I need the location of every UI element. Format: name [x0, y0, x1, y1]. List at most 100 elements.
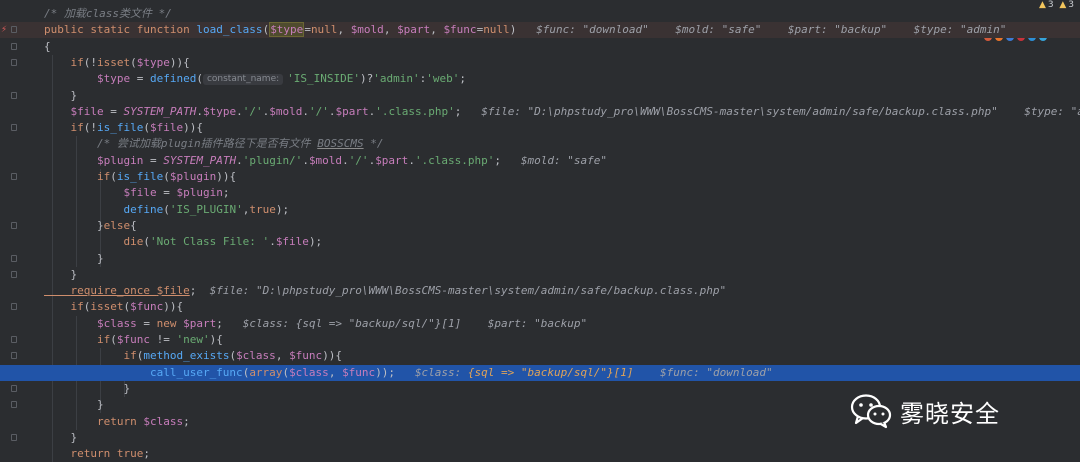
code-text: }else{ [44, 218, 137, 234]
code-text: if(is_file($plugin)){ [44, 169, 236, 185]
code-token: ){ [209, 333, 223, 346]
code-token: . [236, 104, 243, 118]
code-line[interactable]: } [0, 88, 1080, 104]
inline-debug-value: $file: "D:\phpstudy_pro\WWW\BossCMS-mast… [481, 104, 1080, 118]
watermark: 雾晓安全 [850, 393, 1000, 429]
code-token: $mold [269, 104, 303, 118]
code-line[interactable]: $plugin = SYSTEM_PATH.'plugin/'.$mold.'/… [0, 153, 1080, 169]
code-line[interactable]: } [0, 430, 1080, 446]
inline-debug-value: $class: [414, 365, 468, 379]
code-token: , [430, 23, 444, 37]
code-line[interactable]: if(is_file($plugin)){ [0, 169, 1080, 185]
code-token: $file [275, 235, 309, 249]
fold-marker-icon[interactable] [11, 336, 17, 343]
code-text: $plugin = SYSTEM_PATH.'plugin/'.$mold.'/… [44, 153, 607, 169]
code-token: array [249, 365, 283, 379]
code-token: ; [459, 72, 466, 86]
code-token: , [328, 365, 343, 379]
code-token: ); [275, 202, 290, 216]
code-token: die [44, 235, 144, 249]
fold-marker-icon[interactable] [11, 42, 17, 50]
code-token: ); [308, 235, 323, 249]
fold-marker-icon[interactable] [11, 352, 17, 360]
code-token: )){ [322, 349, 343, 363]
code-token: '/' [308, 104, 329, 118]
code-text: die('Not Class File: '.$file); [44, 234, 322, 250]
code-line[interactable]: /* 加载class类文件 */ [0, 6, 1080, 22]
code-token: load_class [196, 23, 263, 37]
code-token: BOSSCMS [317, 137, 364, 151]
code-line[interactable]: $class = new $part; $class: {sql => "bac… [0, 316, 1080, 332]
code-line[interactable]: }else{ [0, 218, 1080, 234]
code-line-current[interactable]: call_user_func(array($class, $func)); $c… [0, 364, 1080, 381]
code-token: $file [149, 121, 184, 135]
code-token: SYSTEM_PATH [123, 104, 197, 118]
code-token: $class [44, 316, 137, 330]
code-token: call_user_func [44, 365, 243, 379]
code-token: $type [44, 72, 131, 86]
code-text: if(!isset($type)){ [44, 55, 189, 71]
code-line[interactable]: require_once $file; $file: "D:\phpstudy_… [0, 283, 1080, 299]
code-line[interactable]: if(!isset($type)){ [0, 55, 1080, 71]
code-text: $type = defined(constant_name: 'IS_INSIDE… [44, 71, 466, 87]
code-line[interactable]: if($func != 'new'){ [0, 332, 1080, 348]
fold-marker-icon[interactable] [11, 26, 17, 34]
fold-marker-icon[interactable] [11, 173, 17, 180]
code-token: . [196, 104, 203, 118]
code-token: )){ [163, 300, 184, 314]
fold-marker-icon[interactable] [11, 270, 17, 278]
fold-marker-icon[interactable] [11, 384, 17, 392]
code-token: $class [143, 414, 184, 428]
code-line[interactable]: return true; [0, 446, 1080, 462]
code-text: } [44, 251, 104, 267]
breakpoint-icon[interactable]: ⚡ [1, 25, 9, 35]
code-token: (! [83, 55, 97, 69]
code-token: . [342, 153, 349, 167]
fold-marker-icon[interactable] [11, 401, 17, 409]
code-token: } [44, 267, 78, 281]
code-token: = [304, 23, 311, 37]
code-line[interactable]: $type = defined(constant_name: 'IS_INSIDE… [0, 71, 1080, 87]
code-line[interactable]: } [0, 267, 1080, 283]
inline-debug-value: $class: {sql => "backup/sql/"}[1] $part:… [242, 316, 588, 330]
fold-marker-icon[interactable] [11, 254, 17, 262]
code-line[interactable]: $file = SYSTEM_PATH.$type.'/'.$mold.'/'.… [0, 104, 1080, 120]
code-text: if(!is_file($file)){ [44, 120, 203, 136]
code-token: return [44, 414, 144, 428]
code-token: $part [183, 316, 217, 330]
fold-marker-icon[interactable] [11, 221, 17, 229]
code-token: $file [44, 186, 157, 200]
fold-marker-icon[interactable] [11, 303, 17, 311]
code-text: if(method_exists($class, $func)){ [44, 348, 342, 364]
code-line[interactable]: $file = $plugin; [0, 185, 1080, 201]
code-line[interactable]: } [0, 251, 1080, 267]
code-line[interactable]: { [0, 39, 1080, 55]
fold-marker-icon[interactable] [11, 58, 17, 66]
code-token: $class [289, 365, 329, 379]
code-line[interactable]: ⚡ public static function load_class($type… [0, 22, 1080, 39]
code-token: 'new' [176, 333, 210, 346]
code-line[interactable]: if(isset($func)){ [0, 299, 1080, 315]
code-line[interactable]: define('IS_PLUGIN',true); [0, 202, 1080, 218]
code-token: . [236, 153, 243, 167]
code-token: 'IS_PLUGIN' [169, 202, 243, 216]
code-token: )){ [183, 121, 203, 135]
inline-debug-value: $func: "download" [633, 365, 773, 379]
code-line[interactable]: die('Not Class File: '.$file); [0, 234, 1080, 250]
code-token: $func [116, 333, 150, 346]
fold-marker-icon[interactable] [11, 91, 17, 99]
code-line[interactable]: if(!is_file($file)){ [0, 120, 1080, 136]
fold-marker-icon[interactable] [11, 433, 17, 441]
code-token: )){ [216, 170, 237, 183]
code-token: ; [494, 153, 521, 167]
fold-marker-icon[interactable] [11, 124, 17, 132]
code-token: $plugin [169, 170, 217, 183]
code-token: ; [143, 447, 150, 461]
code-token: } [44, 430, 78, 444]
inline-debug-value: {sql => "backup/sql/"}[1] [467, 365, 634, 379]
code-token: , [275, 349, 290, 363]
code-token: { [44, 39, 51, 53]
code-line[interactable]: if(method_exists($class, $func)){ [0, 348, 1080, 364]
code-line[interactable]: /* 尝试加载plugin插件路径下是否有文件 BOSSCMS */ [0, 136, 1080, 152]
code-token: null [310, 23, 338, 37]
